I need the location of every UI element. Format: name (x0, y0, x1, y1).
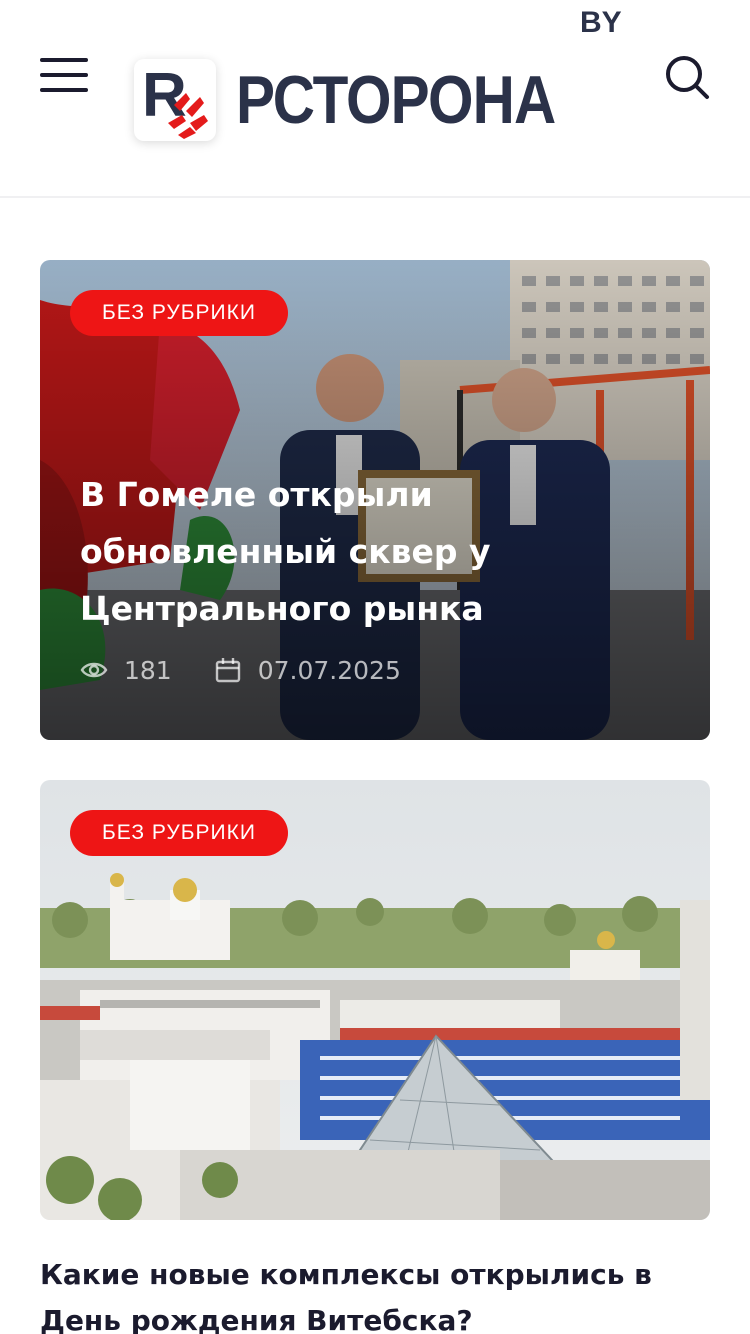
article-meta: 181 07.07.2025 (80, 652, 401, 688)
hamburger-line (40, 88, 88, 92)
category-badge[interactable]: БЕЗ РУБРИКИ (70, 290, 288, 336)
search-icon[interactable] (664, 54, 710, 100)
views-count: 181 (124, 655, 172, 685)
logo-domain-suffix: BY (580, 6, 622, 39)
publish-date: 07.07.2025 (257, 655, 401, 685)
eye-icon (80, 662, 108, 678)
calendar-icon (215, 658, 240, 683)
logo-wordmark: РСТОРОНА (236, 62, 556, 138)
article-title[interactable]: В Гомеле открыли обновленный сквер у Цен… (80, 466, 640, 637)
logo-ornament-icon (168, 93, 208, 139)
site-logo[interactable]: R РСТОРОНА (134, 58, 607, 142)
search-glyph (666, 56, 709, 99)
hamburger-line (40, 73, 88, 77)
article-title[interactable]: Какие новые комплексы открылись в День р… (40, 1252, 720, 1334)
hamburger-line (40, 58, 88, 62)
hamburger-icon[interactable] (40, 58, 88, 94)
category-badge[interactable]: БЕЗ РУБРИКИ (70, 810, 288, 856)
article-card-featured[interactable]: БЕЗ РУБРИКИ В Гомеле открыли обновленный… (40, 260, 710, 740)
site-header: R РСТОРОНА BY (0, 0, 750, 198)
logo-mark: R (134, 59, 216, 141)
article-card-image[interactable]: БЕЗ РУБРИКИ (40, 780, 710, 1220)
